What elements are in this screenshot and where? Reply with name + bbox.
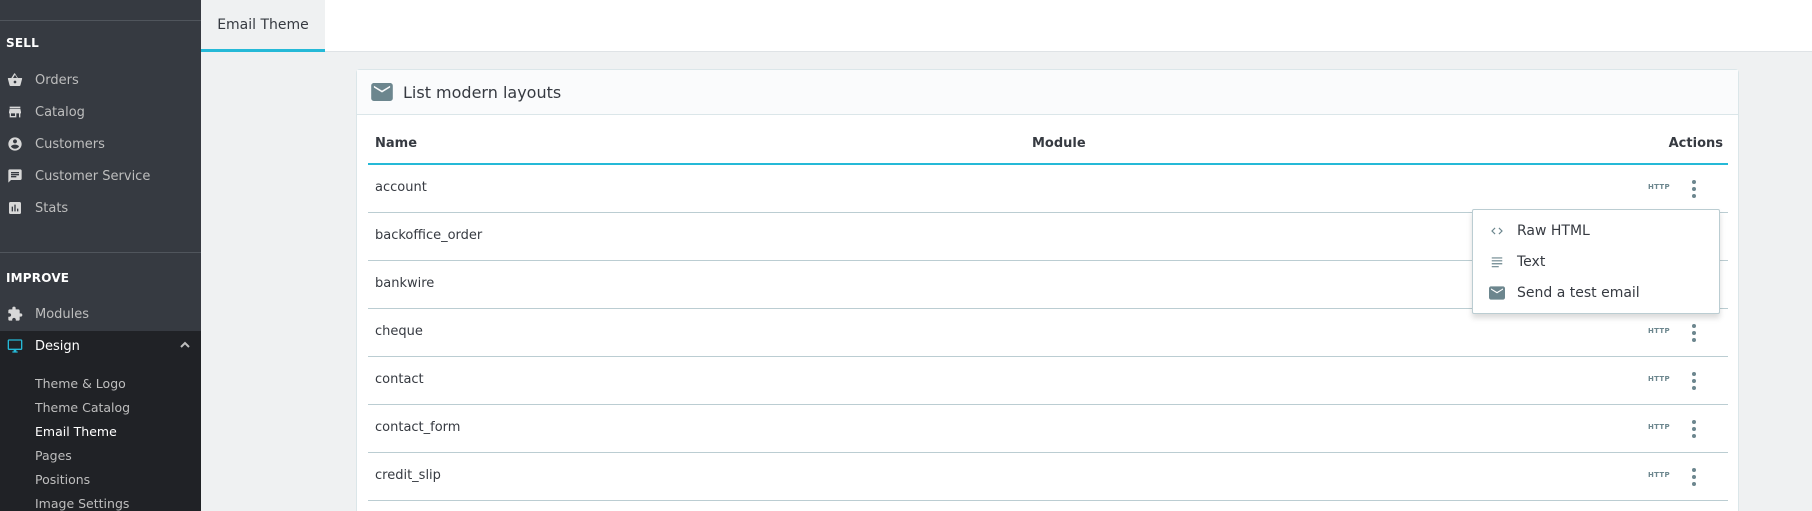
table-row: contact_form HTTP [368,405,1728,453]
table-row: credit_slip HTTP [368,453,1728,501]
table-header: Name Module Actions [368,115,1728,165]
layout-name: credit_slip [375,468,441,483]
sidebar-item-label: Customer Service [35,168,151,184]
tab-email-theme[interactable]: Email Theme [201,0,325,52]
sidebar-item-customer-service[interactable]: Customer Service [0,161,201,191]
more-actions-button[interactable] [1684,466,1704,488]
sidebar-item-label: Design [35,338,80,354]
card-title: List modern layouts [403,82,562,102]
desktop-icon [6,337,24,355]
layout-name: contact [375,372,424,387]
sidebar-item-label: Modules [35,306,90,322]
sidebar-item-customers[interactable]: Customers [0,129,201,159]
layout-name: backoffice_order [375,228,483,243]
sidebar-subitem-pages[interactable]: Pages [35,448,72,463]
store-icon [6,103,24,121]
more-actions-button[interactable] [1684,322,1704,344]
sidebar-item-stats[interactable]: Stats [0,193,201,223]
tab-bar: Email Theme [201,0,1812,52]
http-preview-button[interactable]: HTTP [1648,375,1670,383]
sidebar-item-label: Catalog [35,104,85,120]
actions-dropdown-menu: Raw HTML Text Send a test email [1472,209,1720,314]
mail-icon [1488,285,1506,301]
menu-item-send-test-email[interactable]: Send a test email [1473,278,1721,308]
sidebar-item-label: Stats [35,200,69,216]
sidebar-item-catalog[interactable]: Catalog [0,97,201,127]
sidebar-subitem-positions[interactable]: Positions [35,472,90,487]
sidebar-item-design[interactable]: Design [0,331,201,361]
mail-icon [371,83,393,101]
more-actions-button[interactable] [1684,370,1704,392]
sidebar-divider [0,252,201,253]
menu-item-raw-html[interactable]: Raw HTML [1473,216,1721,246]
sidebar-section-sell: SELL [6,36,39,50]
account-circle-icon [6,135,24,153]
sidebar-item-label: Orders [35,72,79,88]
menu-item-text[interactable]: Text [1473,247,1721,277]
sidebar-item-label: Customers [35,136,105,152]
card-header: List modern layouts [357,70,1738,115]
sidebar-divider [0,20,201,21]
http-preview-button[interactable]: HTTP [1648,423,1670,431]
chevron-up-icon[interactable] [179,339,191,351]
sidebar-subitem-theme-logo[interactable]: Theme & Logo [35,376,126,391]
more-actions-button[interactable] [1684,178,1704,200]
menu-item-label: Send a test email [1517,285,1640,301]
http-preview-button[interactable]: HTTP [1648,471,1670,479]
layout-name: bankwire [375,276,435,291]
puzzle-icon [6,305,24,323]
layout-name: contact_form [375,420,461,435]
menu-item-label: Raw HTML [1517,223,1590,239]
sidebar-subitem-theme-catalog[interactable]: Theme Catalog [35,400,130,415]
sidebar: SELL Orders Catalog Customers Customer S… [0,0,201,511]
basket-icon [6,71,24,89]
table-row: cheque HTTP [368,309,1728,357]
layout-name: cheque [375,324,423,339]
text-lines-icon [1488,254,1506,270]
column-header-name[interactable]: Name [375,136,417,151]
menu-item-label: Text [1517,254,1546,270]
table-row: account HTTP [368,165,1728,213]
table-row: contact HTTP [368,357,1728,405]
column-header-module[interactable]: Module [1032,136,1086,151]
http-preview-button[interactable]: HTTP [1648,327,1670,335]
chart-icon [6,199,24,217]
column-header-actions: Actions [1668,136,1723,151]
sidebar-item-orders[interactable]: Orders [0,65,201,95]
sidebar-subitem-email-theme[interactable]: Email Theme [35,424,117,439]
sidebar-subitem-image-settings[interactable]: Image Settings [35,496,129,511]
chat-icon [6,167,24,185]
code-icon [1488,223,1506,239]
http-preview-button[interactable]: HTTP [1648,183,1670,191]
more-actions-button[interactable] [1684,418,1704,440]
sidebar-section-improve: IMPROVE [6,271,70,285]
layout-name: account [375,180,427,195]
sidebar-item-modules[interactable]: Modules [0,299,201,329]
